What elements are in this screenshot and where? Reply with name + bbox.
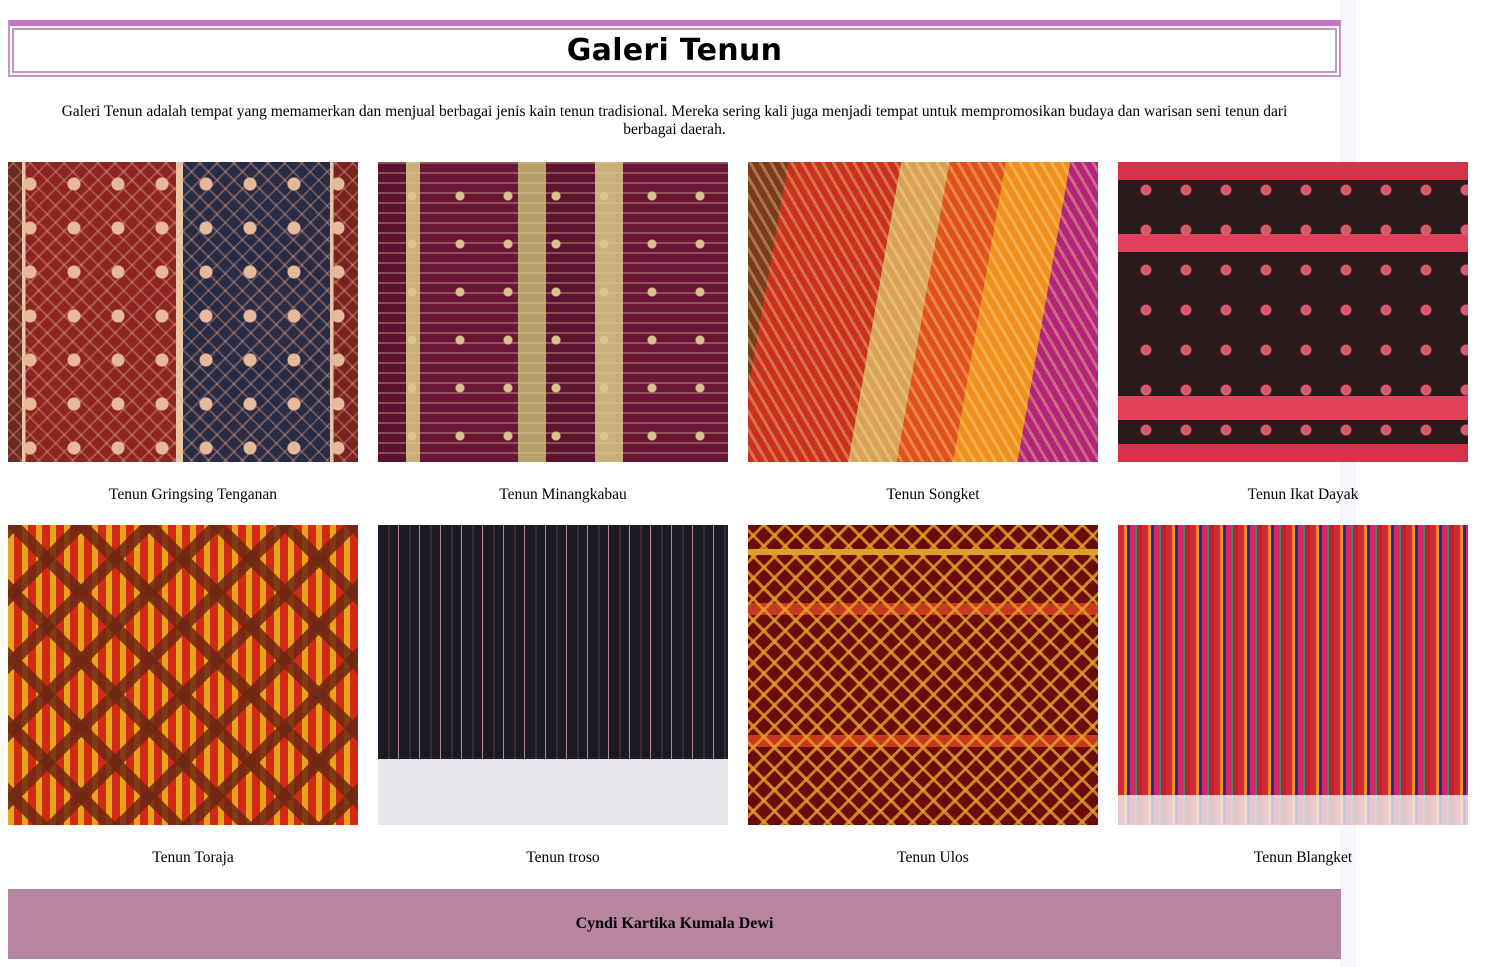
gallery-card[interactable]: Tenun troso bbox=[378, 525, 728, 866]
page-footer: Cyndi Kartika Kumala Dewi bbox=[8, 889, 1341, 959]
gallery-caption: Tenun Blangket bbox=[1253, 849, 1353, 866]
gallery-card[interactable]: Tenun Ikat Dayak bbox=[1118, 162, 1468, 503]
intro-paragraph: Galeri Tenun adalah tempat yang memamerk… bbox=[61, 103, 1288, 138]
gallery-caption: Tenun Ulos bbox=[897, 849, 969, 866]
textile-image[interactable] bbox=[1118, 162, 1468, 462]
main-container: Galeri Tenun Galeri Tenun adalah tempat … bbox=[8, 20, 1468, 866]
textile-image[interactable] bbox=[748, 162, 1098, 462]
gallery-card[interactable]: Tenun Minangkabau bbox=[378, 162, 728, 503]
textile-image[interactable] bbox=[378, 162, 728, 462]
gallery-caption: Tenun Minangkabau bbox=[499, 486, 627, 503]
gallery-caption: Tenun Toraja bbox=[152, 849, 234, 866]
textile-image[interactable] bbox=[1118, 525, 1468, 825]
textile-image[interactable] bbox=[8, 525, 358, 825]
gallery-card[interactable]: Tenun Toraja bbox=[8, 525, 358, 866]
gallery-card[interactable]: Tenun Ulos bbox=[748, 525, 1098, 866]
page-header: Galeri Tenun bbox=[8, 20, 1341, 77]
gallery-card[interactable]: Tenun Gringsing Tenganan bbox=[8, 162, 358, 503]
gallery-card[interactable]: Tenun Blangket bbox=[1118, 525, 1468, 866]
footer-author: Cyndi Kartika Kumala Dewi bbox=[575, 915, 774, 932]
textile-image[interactable] bbox=[748, 525, 1098, 825]
textile-image[interactable] bbox=[8, 162, 358, 462]
gallery-caption: Tenun troso bbox=[526, 849, 600, 866]
header-frame: Galeri Tenun bbox=[12, 28, 1337, 73]
page-title: Galeri Tenun bbox=[566, 33, 783, 68]
gallery-caption: Tenun Gringsing Tenganan bbox=[108, 486, 277, 503]
gallery-caption: Tenun Ikat Dayak bbox=[1247, 486, 1359, 503]
gallery-card[interactable]: Tenun Songket bbox=[748, 162, 1098, 503]
textile-image[interactable] bbox=[378, 525, 728, 825]
gallery-caption: Tenun Songket bbox=[886, 486, 980, 503]
